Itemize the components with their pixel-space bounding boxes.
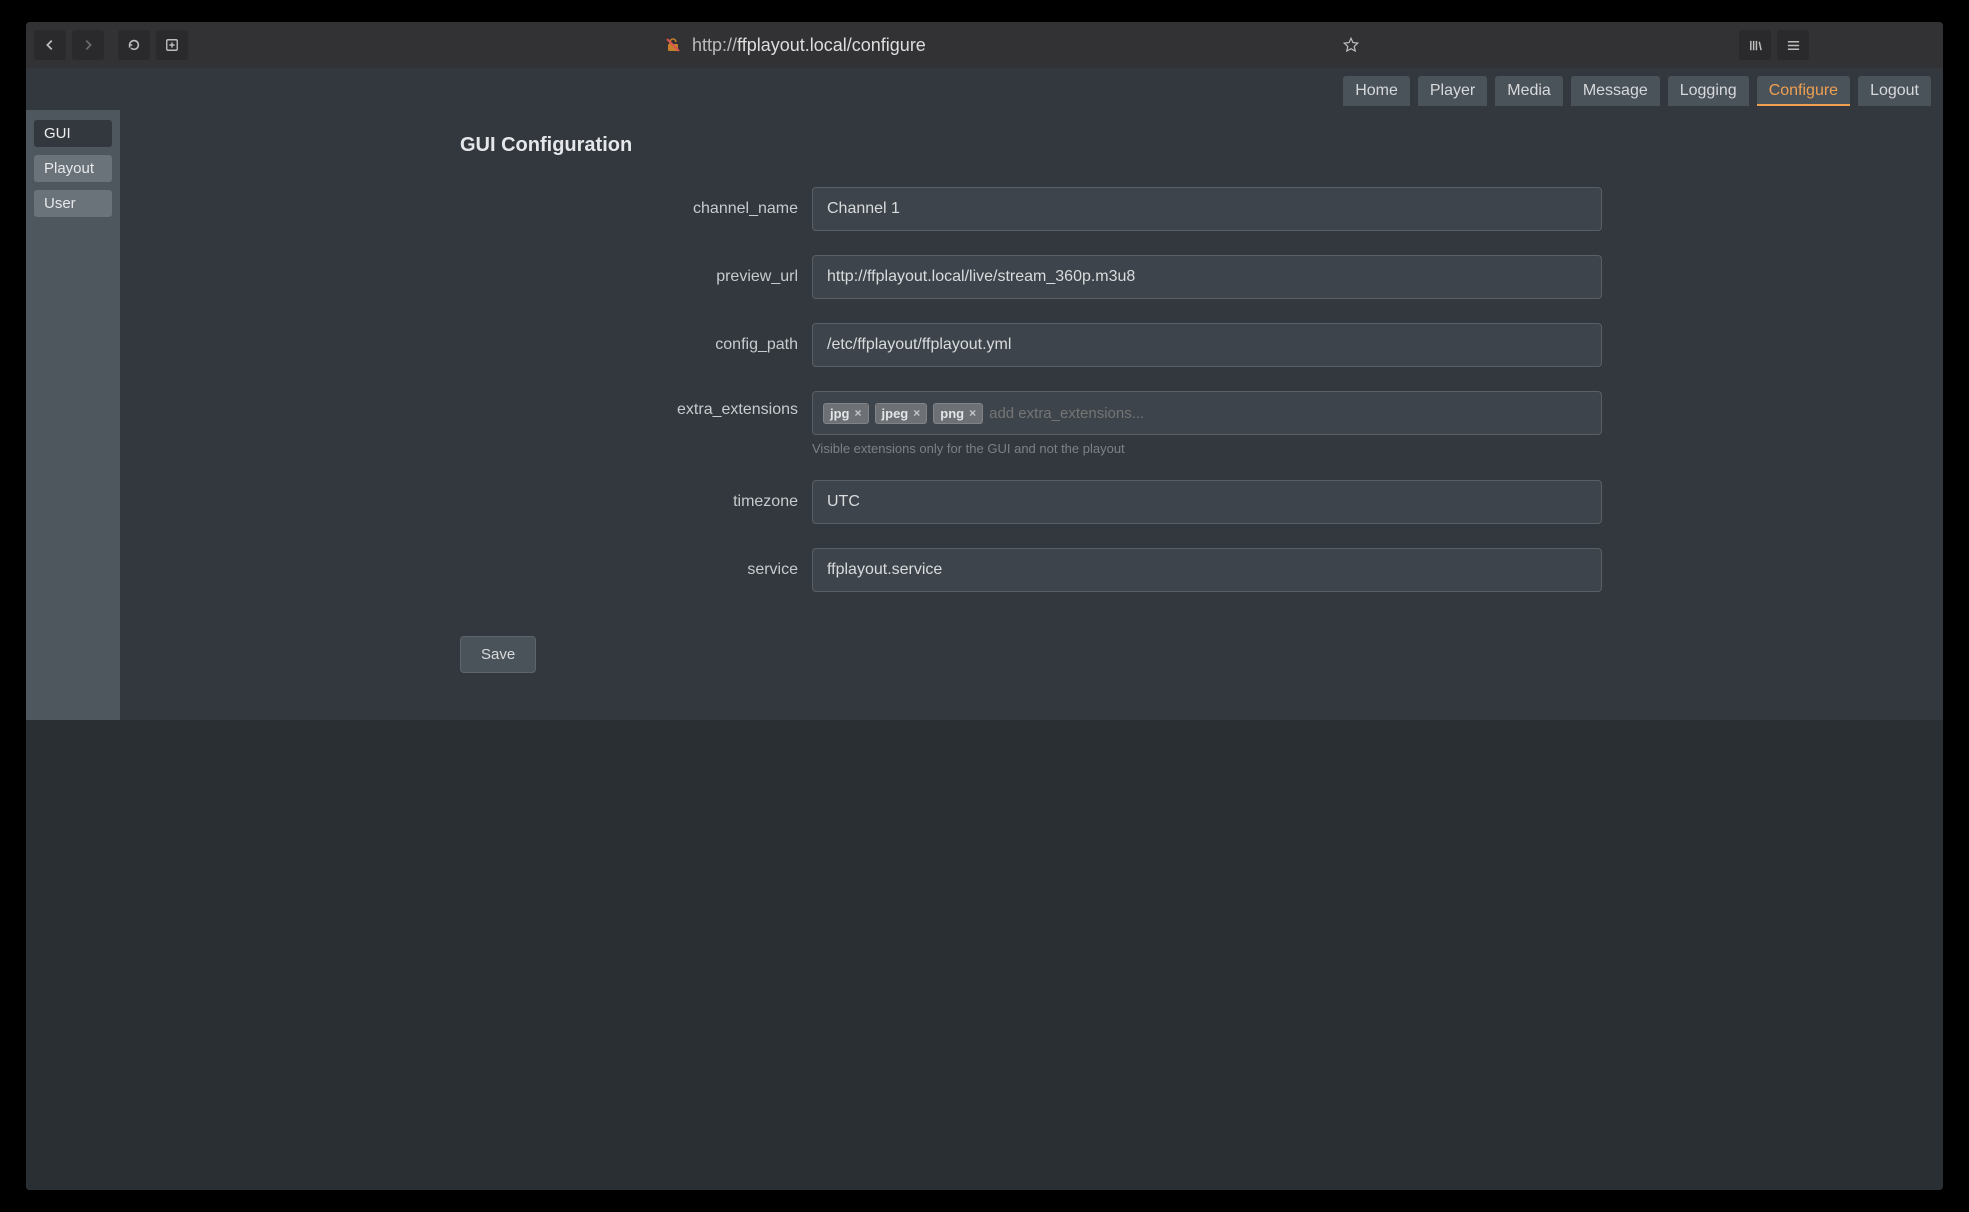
row-preview-url: preview_url	[460, 255, 1943, 299]
row-channel-name: channel_name	[460, 187, 1943, 231]
label-config-path: config_path	[460, 336, 812, 354]
browser-right-controls	[1739, 30, 1935, 60]
nav-tab-message[interactable]: Message	[1571, 76, 1660, 106]
save-row: Save	[460, 636, 1943, 673]
insecure-lock-icon	[664, 36, 682, 54]
nav-tab-logging[interactable]: Logging	[1668, 76, 1749, 106]
label-extra-extensions: extra_extensions	[460, 391, 812, 419]
browser-window: http://ffplayout.local/configure	[26, 22, 1943, 1190]
maximize-button[interactable]	[1857, 30, 1893, 60]
label-service: service	[460, 561, 812, 579]
tag-remove-icon[interactable]: ×	[855, 406, 862, 420]
url-bar[interactable]: http://ffplayout.local/configure	[194, 35, 1329, 56]
tag-label: jpg	[830, 406, 850, 421]
url-text: http://ffplayout.local/configure	[692, 35, 926, 56]
label-channel-name: channel_name	[460, 200, 812, 218]
minimize-button[interactable]	[1815, 30, 1851, 60]
row-config-path: config_path	[460, 323, 1943, 367]
back-button[interactable]	[34, 30, 66, 60]
input-preview-url[interactable]	[812, 255, 1602, 299]
tag-jpeg: jpeg ×	[875, 403, 928, 424]
row-extra-extensions: extra_extensions jpg × jpeg ×	[460, 391, 1943, 456]
empty-region	[26, 720, 1943, 1190]
sidebar-tab-gui[interactable]: GUI	[34, 120, 112, 147]
main-panel: GUI Configuration channel_name preview_u…	[120, 110, 1943, 720]
tag-jpg: jpg ×	[823, 403, 869, 424]
input-timezone[interactable]	[812, 480, 1602, 524]
sidebar-tab-playout[interactable]: Playout	[34, 155, 112, 182]
tag-remove-icon[interactable]: ×	[913, 406, 920, 420]
tag-label: png	[940, 406, 964, 421]
input-config-path[interactable]	[812, 323, 1602, 367]
reload-button[interactable]	[118, 30, 150, 60]
input-extra-extensions-text[interactable]	[989, 405, 1591, 422]
nav-tab-player[interactable]: Player	[1418, 76, 1487, 106]
label-preview-url: preview_url	[460, 268, 812, 286]
browser-toolbar: http://ffplayout.local/configure	[26, 22, 1943, 68]
url-protocol: http://	[692, 35, 737, 55]
help-extra-extensions: Visible extensions only for the GUI and …	[812, 441, 1602, 456]
new-tab-button[interactable]	[156, 30, 188, 60]
nav-tab-configure[interactable]: Configure	[1757, 76, 1850, 106]
tag-png: png ×	[933, 403, 983, 424]
top-nav: Home Player Media Message Logging Config…	[26, 68, 1943, 110]
nav-tab-home[interactable]: Home	[1343, 76, 1410, 106]
save-button[interactable]: Save	[460, 636, 536, 673]
row-timezone: timezone	[460, 480, 1943, 524]
nav-tab-media[interactable]: Media	[1495, 76, 1563, 106]
library-icon[interactable]	[1739, 30, 1771, 60]
close-window-button[interactable]	[1899, 30, 1935, 60]
input-service[interactable]	[812, 548, 1602, 592]
input-channel-name[interactable]	[812, 187, 1602, 231]
row-service: service	[460, 548, 1943, 592]
url-host-path: ffplayout.local/configure	[737, 35, 926, 55]
nav-tab-logout[interactable]: Logout	[1858, 76, 1931, 106]
input-extra-extensions[interactable]: jpg × jpeg × png ×	[812, 391, 1602, 435]
tag-remove-icon[interactable]: ×	[969, 406, 976, 420]
tag-label: jpeg	[882, 406, 909, 421]
page-body: Home Player Media Message Logging Config…	[26, 68, 1943, 1190]
sidebar-tab-user[interactable]: User	[34, 190, 112, 217]
bookmark-star-icon[interactable]	[1335, 30, 1367, 60]
label-timezone: timezone	[460, 493, 812, 511]
forward-button[interactable]	[72, 30, 104, 60]
hamburger-menu-icon[interactable]	[1777, 30, 1809, 60]
page-title: GUI Configuration	[460, 134, 1943, 157]
